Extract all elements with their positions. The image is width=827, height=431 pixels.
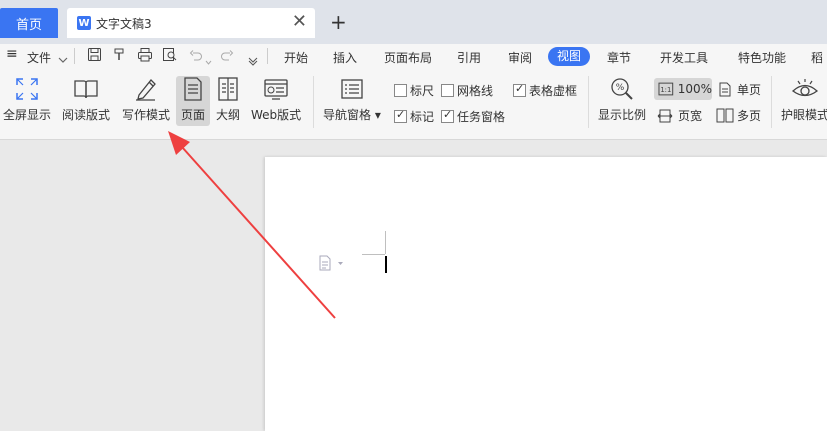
annotation-arrow <box>168 131 336 319</box>
